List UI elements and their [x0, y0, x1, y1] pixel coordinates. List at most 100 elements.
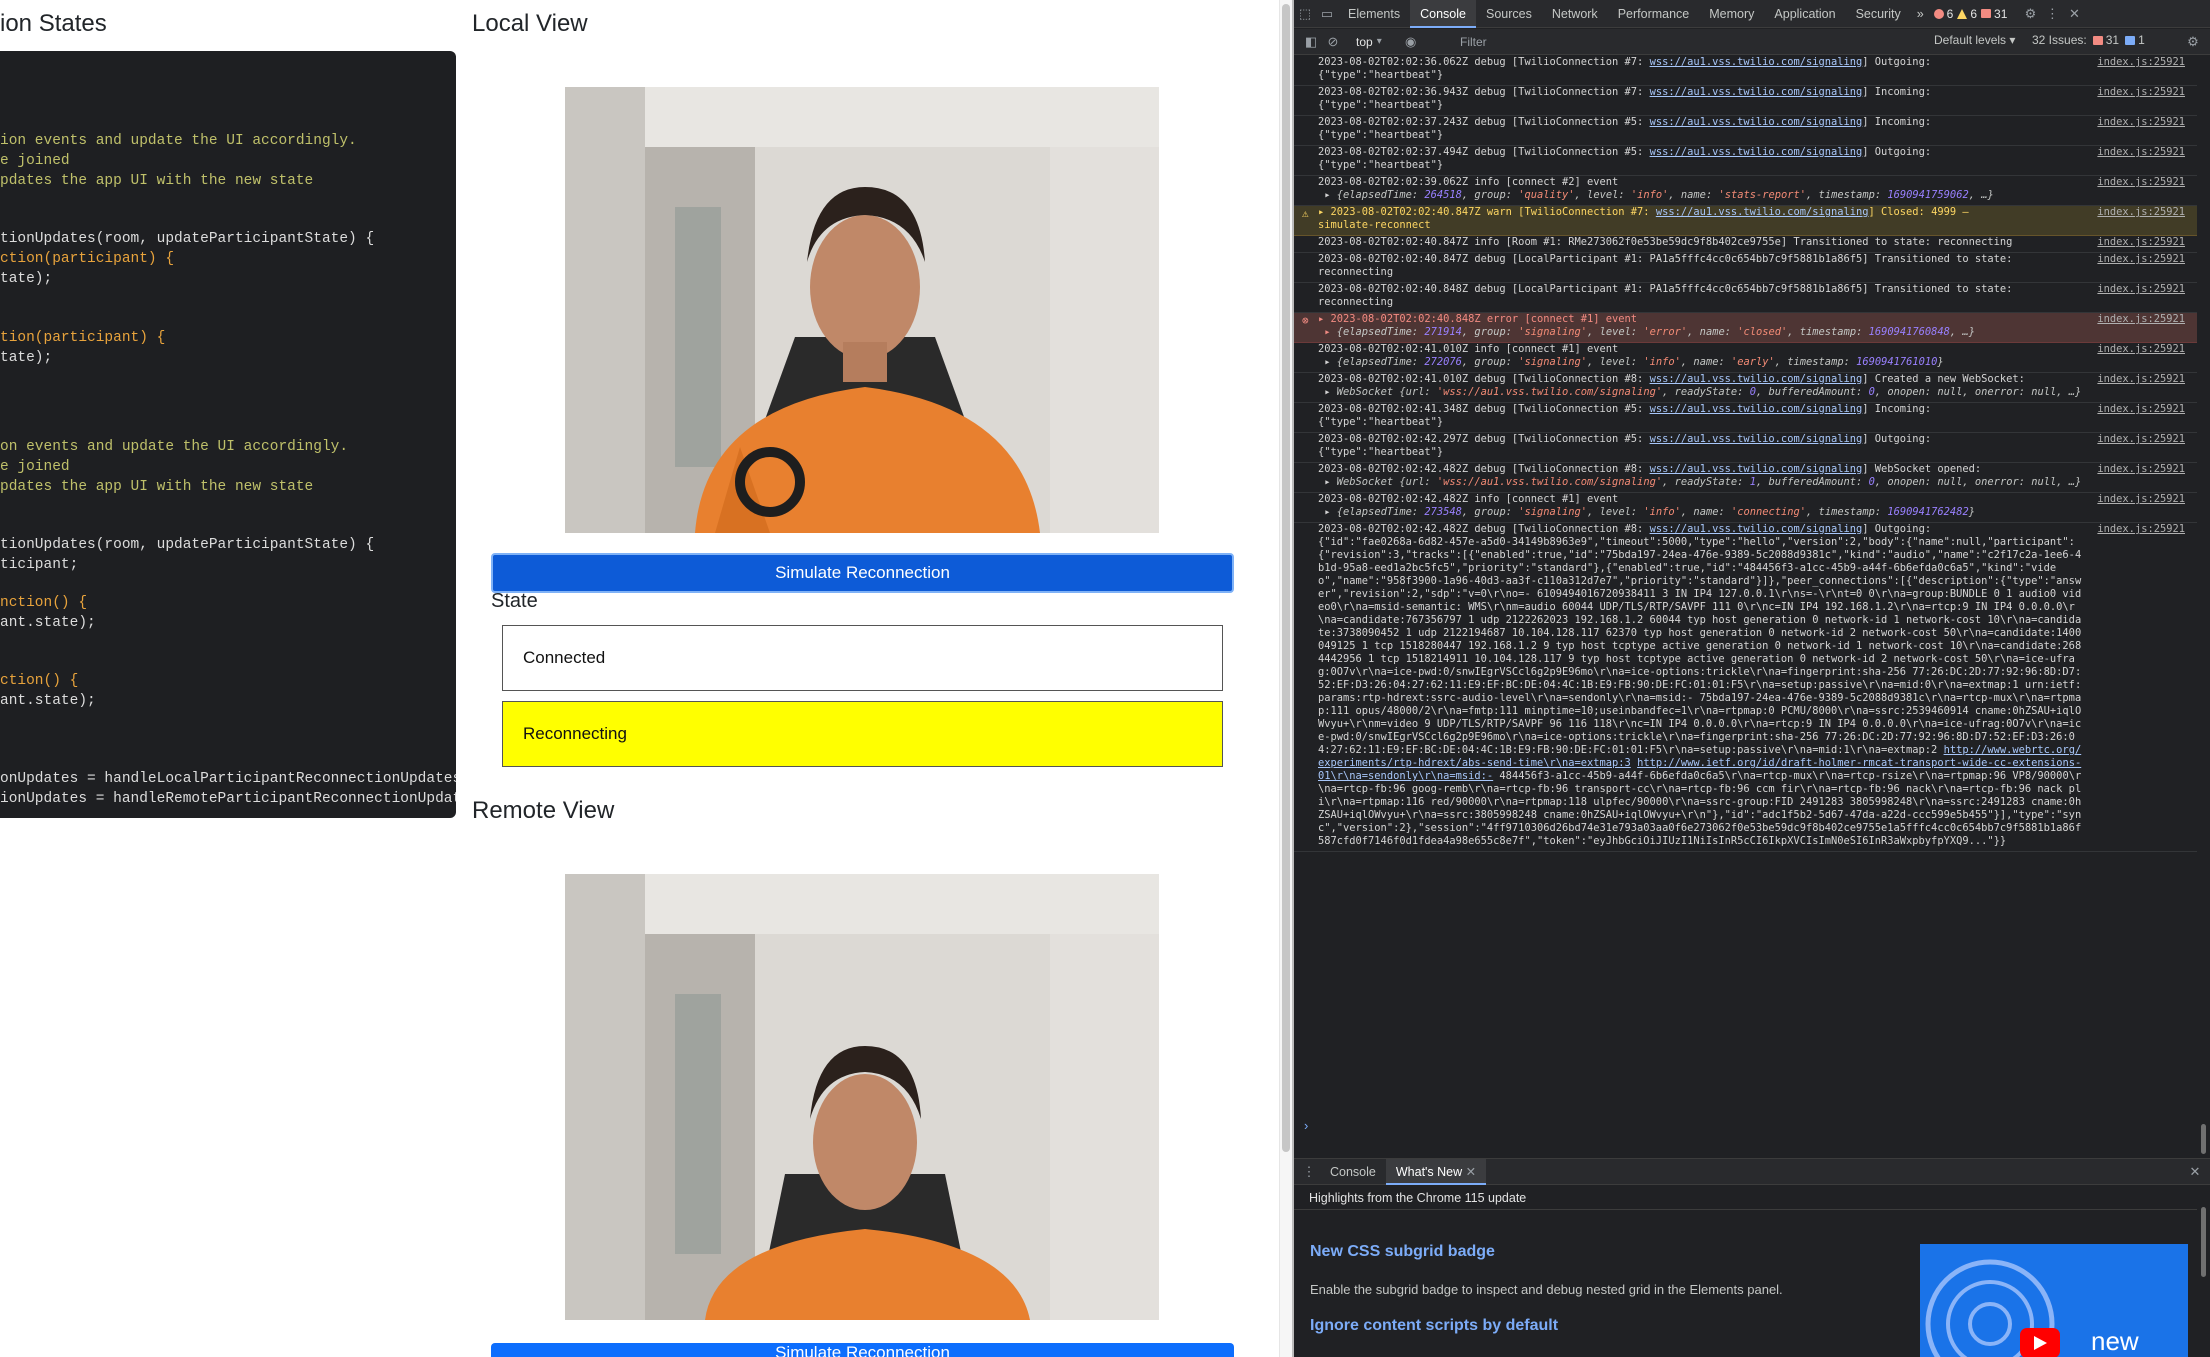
chrome-logo-graphic — [1920, 1244, 2188, 1357]
drawer-tab-bar: ⋮ Console What's New ✕ ✕ — [1294, 1158, 2210, 1185]
console-scrollbar-thumb[interactable] — [2201, 1124, 2206, 1154]
context-chevron-icon[interactable]: ▾ — [1377, 36, 1382, 47]
code-line: e joined — [0, 459, 70, 475]
live-expression-eye-icon[interactable]: ◉ — [1400, 31, 1422, 53]
log-entry: 2023-08-02T02:02:40.847Z debug [LocalPar… — [1294, 253, 2197, 283]
devtools-panel: ⬚ ▭ Elements Console Sources Network Per… — [1294, 0, 2210, 1357]
simulate-reconnection-button-remote[interactable]: Simulate Reconnection — [491, 1343, 1234, 1357]
warning-count[interactable]: 6 — [1957, 7, 1977, 21]
log-source-link[interactable]: index.js:25921 — [2097, 146, 2185, 159]
log-source-link[interactable]: index.js:25921 — [2097, 206, 2185, 219]
console-log: 2023-08-02T02:02:36.062Z debug [TwilioCo… — [1294, 56, 2197, 1163]
log-source-link[interactable]: index.js:25921 — [2097, 283, 2185, 296]
log-levels-dropdown[interactable]: Default levels ▾ — [1934, 33, 2015, 47]
simulate-reconnection-button[interactable]: Simulate Reconnection — [491, 553, 1234, 593]
thumbnail-new-text: new — [2091, 1326, 2139, 1356]
console-settings-icon[interactable]: ⚙ — [2182, 31, 2204, 53]
state-label: State — [491, 590, 538, 612]
context-selector[interactable]: top — [1356, 35, 1373, 49]
state-reconnecting-box: Reconnecting — [502, 701, 1223, 767]
log-entry: 2023-08-02T02:02:41.010Z debug [TwilioCo… — [1294, 373, 2197, 403]
error-icon: ⊗ — [1302, 314, 1309, 327]
close-drawer-icon[interactable]: ✕ — [2184, 1161, 2206, 1183]
settings-gear-icon[interactable]: ⚙ — [2019, 3, 2041, 25]
drawer-scrollbar[interactable] — [2197, 1207, 2210, 1357]
web-page: ion States ion events and update the UI … — [0, 0, 1292, 1357]
log-entry: 2023-08-02T02:02:42.482Z info [connect #… — [1294, 493, 2197, 523]
log-source-link[interactable]: index.js:25921 — [2097, 493, 2185, 506]
issues-button[interactable]: 32 Issues: 31 1 — [2032, 33, 2145, 47]
tab-memory[interactable]: Memory — [1699, 0, 1764, 28]
log-entry: 2023-08-02T02:02:41.348Z debug [TwilioCo… — [1294, 403, 2197, 433]
tab-security[interactable]: Security — [1846, 0, 1911, 28]
issues-count[interactable]: 31 — [1981, 7, 2007, 21]
log-entry: 2023-08-02T02:02:39.062Z info [connect #… — [1294, 176, 2197, 206]
log-source-link[interactable]: index.js:25921 — [2097, 403, 2185, 416]
console-scrollbar[interactable] — [2197, 56, 2210, 1163]
close-tab-icon[interactable]: ✕ — [1466, 1165, 1476, 1179]
log-source-link[interactable]: index.js:25921 — [2097, 463, 2185, 476]
log-source-link[interactable]: index.js:25921 — [2097, 253, 2185, 266]
devtools-tab-bar: ⬚ ▭ Elements Console Sources Network Per… — [1294, 0, 2210, 28]
log-source-link[interactable]: index.js:25921 — [2097, 523, 2185, 536]
devtools-drawer: ⋮ Console What's New ✕ ✕ Highlights from… — [1294, 1158, 2210, 1357]
issues-errors: 31 — [2092, 33, 2119, 47]
local-view-title: Local View — [472, 10, 588, 37]
code-line: ticipant; — [0, 557, 79, 573]
log-source-link[interactable]: index.js:25921 — [2097, 433, 2185, 446]
tab-performance[interactable]: Performance — [1608, 0, 1700, 28]
tab-console[interactable]: Console — [1410, 0, 1476, 28]
device-toolbar-icon[interactable]: ▭ — [1316, 3, 1338, 25]
code-line: tate); — [0, 350, 53, 366]
tab-sources[interactable]: Sources — [1476, 0, 1542, 28]
console-prompt[interactable]: › — [1304, 1118, 1308, 1133]
states-section-title: ion States — [0, 10, 107, 37]
drawer-tab-console[interactable]: Console — [1320, 1159, 1386, 1185]
whats-new-video-thumbnail[interactable] — [1920, 1244, 2188, 1357]
sidebar-toggle-icon[interactable]: ◧ — [1300, 31, 1322, 53]
code-line: tion(participant) { — [0, 330, 166, 346]
code-line: e joined — [0, 153, 70, 169]
code-line: ction(participant) { — [0, 251, 175, 267]
divider — [1294, 1209, 2197, 1210]
code-line: pdates the app UI with the new state — [0, 173, 314, 189]
news-title-ignore-content-scripts[interactable]: Ignore content scripts by default — [1310, 1317, 1558, 1335]
more-tabs-button[interactable]: » — [1911, 0, 1930, 28]
page-scrollbar[interactable] — [1279, 0, 1292, 1357]
error-count[interactable]: 6 — [1933, 7, 1953, 21]
tab-application[interactable]: Application — [1764, 0, 1845, 28]
close-devtools-icon[interactable]: ✕ — [2063, 3, 2085, 25]
code-line: onUpdates = handleLocalParticipantReconn… — [0, 771, 456, 787]
drawer-tab-whats-new[interactable]: What's New ✕ — [1385, 1158, 1487, 1185]
person-video-frame — [565, 874, 1159, 1320]
log-source-link[interactable]: index.js:25921 — [2097, 373, 2185, 386]
log-entry: 2023-08-02T02:02:37.494Z debug [TwilioCo… — [1294, 146, 2197, 176]
more-options-icon[interactable]: ⋮ — [2041, 3, 2063, 25]
log-source-link[interactable]: index.js:25921 — [2097, 116, 2185, 129]
remote-view-title: Remote View — [472, 797, 615, 824]
issue-info-icon — [2125, 35, 2136, 45]
issues-label: 32 Issues: — [2032, 33, 2087, 47]
log-source-link[interactable]: index.js:25921 — [2097, 176, 2185, 189]
log-source-link[interactable]: index.js:25921 — [2097, 86, 2185, 99]
log-source-link[interactable]: index.js:25921 — [2097, 236, 2185, 249]
drawer-scrollbar-thumb[interactable] — [2201, 1207, 2206, 1277]
log-entry-sdp: 2023-08-02T02:02:42.482Z debug [TwilioCo… — [1294, 523, 2197, 852]
tab-elements[interactable]: Elements — [1338, 0, 1410, 28]
issues-info: 1 — [2125, 33, 2145, 47]
log-source-link[interactable]: index.js:25921 — [2097, 313, 2185, 326]
tab-network[interactable]: Network — [1542, 0, 1608, 28]
drawer-menu-icon[interactable]: ⋮ — [1298, 1161, 1320, 1183]
code-line: on events and update the UI accordingly. — [0, 439, 349, 455]
news-title-subgrid[interactable]: New CSS subgrid badge — [1310, 1243, 1495, 1261]
clear-console-icon[interactable]: ⊘ — [1322, 31, 1344, 53]
code-line: ionUpdates = handleRemoteParticipantReco… — [0, 791, 456, 807]
log-source-link[interactable]: index.js:25921 — [2097, 343, 2185, 356]
code-line: tionUpdates(room, updateParticipantState… — [0, 537, 375, 553]
log-entry: 2023-08-02T02:02:36.943Z debug [TwilioCo… — [1294, 86, 2197, 116]
log-source-link[interactable]: index.js:25921 — [2097, 56, 2185, 69]
code-line: nction() { — [0, 595, 88, 611]
inspect-element-icon[interactable]: ⬚ — [1294, 3, 1316, 25]
page-scrollbar-thumb[interactable] — [1282, 4, 1290, 1152]
console-filter-input[interactable]: Filter — [1454, 32, 1904, 52]
